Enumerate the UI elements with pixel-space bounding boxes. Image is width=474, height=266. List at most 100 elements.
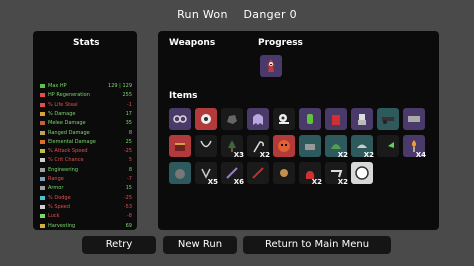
progress-title: Progress (258, 38, 303, 48)
damage-icon (40, 111, 45, 116)
item-slot[interactable] (195, 108, 217, 130)
sword-icon (252, 167, 264, 179)
item-slot[interactable] (351, 108, 373, 130)
stat-value: -1 (127, 101, 132, 108)
item-slot[interactable]: X2 (247, 135, 270, 159)
item-slot[interactable]: X2 (351, 135, 374, 159)
stat-label: % Attack Speed (48, 148, 88, 155)
item-quantity: X4 (415, 151, 426, 159)
harvesting-icon (40, 223, 45, 228)
character-icon (267, 59, 275, 72)
coin-icon (355, 166, 369, 180)
item-slot[interactable] (273, 135, 295, 157)
stat-label: % Dodge (48, 194, 71, 201)
item-quantity: X2 (259, 151, 270, 159)
item-slot[interactable] (221, 108, 243, 130)
item-slot[interactable] (247, 108, 269, 130)
item-slot[interactable] (169, 135, 191, 157)
ammo-icon (408, 116, 420, 122)
stat-row: % Crit Chance 5 (40, 157, 132, 163)
item-slot[interactable] (377, 108, 399, 130)
melee-icon (40, 121, 45, 126)
armor-icon (40, 186, 45, 191)
item-slot[interactable]: X2 (299, 162, 322, 186)
stat-value: -8 (127, 213, 132, 220)
stat-row: Armor 15 (40, 185, 132, 191)
stat-label: Elemental Damage (48, 138, 96, 145)
item-quantity: X2 (311, 178, 322, 186)
item-slot[interactable] (169, 108, 191, 130)
stat-label: % Speed (48, 203, 71, 210)
robot-icon (358, 114, 366, 125)
necklace-icon (200, 140, 212, 148)
item-slot[interactable]: X5 (195, 162, 218, 186)
stat-value: 35 (125, 120, 132, 127)
speed-icon (40, 204, 45, 209)
stat-value: 15 (125, 185, 132, 192)
item-slot[interactable] (377, 135, 399, 157)
weapons-title: Weapons (169, 38, 216, 48)
item-slot[interactable] (351, 162, 373, 184)
stat-value: 255 (122, 92, 132, 99)
stat-value: 5 (128, 157, 132, 164)
regen-icon (40, 93, 45, 98)
item-slot[interactable] (169, 162, 191, 184)
item-slot[interactable]: X6 (221, 162, 244, 186)
retry-button[interactable]: Retry (82, 236, 156, 254)
lifesteal-icon (40, 102, 45, 107)
progress-character-slot[interactable] (260, 55, 282, 77)
stat-value: -7 (127, 176, 132, 182)
item-slot[interactable] (299, 108, 321, 130)
stat-label: Harvesting (48, 222, 76, 229)
item-slot[interactable] (299, 135, 321, 157)
dodge-icon (40, 195, 45, 200)
stat-row: Melee Damage 35 (40, 120, 132, 126)
stat-label: Ranged Damage (48, 129, 90, 136)
item-slot[interactable]: X2 (325, 135, 348, 159)
stat-row: % Dodge -25 (40, 195, 132, 201)
stat-label: % Damage (48, 110, 76, 117)
item-slot[interactable]: X4 (403, 135, 426, 159)
stat-value: 69 (125, 222, 132, 229)
stat-value: 8 (128, 166, 132, 173)
snail-icon (279, 114, 289, 124)
stat-value: -25 (123, 148, 132, 155)
item-slot[interactable] (273, 108, 295, 130)
chest-icon (175, 143, 185, 151)
stat-row: Harvesting 69 (40, 223, 132, 229)
grenade-icon (175, 169, 185, 179)
inventory-panel: Weapons Progress Items X3 X2 X2 X2 X4 X5 X6 X2 X… (158, 31, 439, 230)
potion-icon (307, 114, 313, 124)
stat-label: Max HP (48, 83, 67, 89)
item-quantity: X2 (337, 151, 348, 159)
stat-row: % Life Steal -1 (40, 102, 132, 108)
items-title: Items (169, 91, 198, 101)
stat-label: % Life Steal (48, 101, 78, 108)
stat-value: 17 (125, 110, 132, 117)
cannon-icon (382, 117, 394, 124)
crit-icon (40, 158, 45, 163)
stat-row: % Damage 17 (40, 111, 132, 117)
stat-value: -53 (123, 203, 132, 210)
stat-label: % Crit Chance (48, 157, 84, 164)
mask-icon (278, 140, 290, 152)
item-slot[interactable]: X2 (325, 162, 348, 186)
range-icon (40, 177, 45, 181)
danger-level: Danger 0 (243, 8, 297, 21)
item-slot[interactable] (273, 162, 295, 184)
ranged-icon (40, 130, 45, 135)
stat-value: 25 (125, 138, 132, 145)
stat-label: HP Regeneration (48, 92, 90, 99)
rock-icon (227, 115, 237, 124)
fuel-can-icon (332, 115, 340, 125)
item-slot[interactable] (195, 135, 217, 157)
new-run-button[interactable]: New Run (163, 236, 237, 254)
item-slot[interactable] (403, 108, 425, 130)
fan-icon (388, 142, 394, 148)
main-menu-button[interactable]: Return to Main Menu (243, 236, 391, 254)
stats-panel: Stats Max HP 129 | 129 HP Regeneration 255%… (33, 31, 137, 230)
elemental-icon (40, 139, 45, 144)
item-slot[interactable] (247, 162, 269, 184)
item-slot[interactable]: X3 (221, 135, 244, 159)
item-slot[interactable] (325, 108, 347, 130)
